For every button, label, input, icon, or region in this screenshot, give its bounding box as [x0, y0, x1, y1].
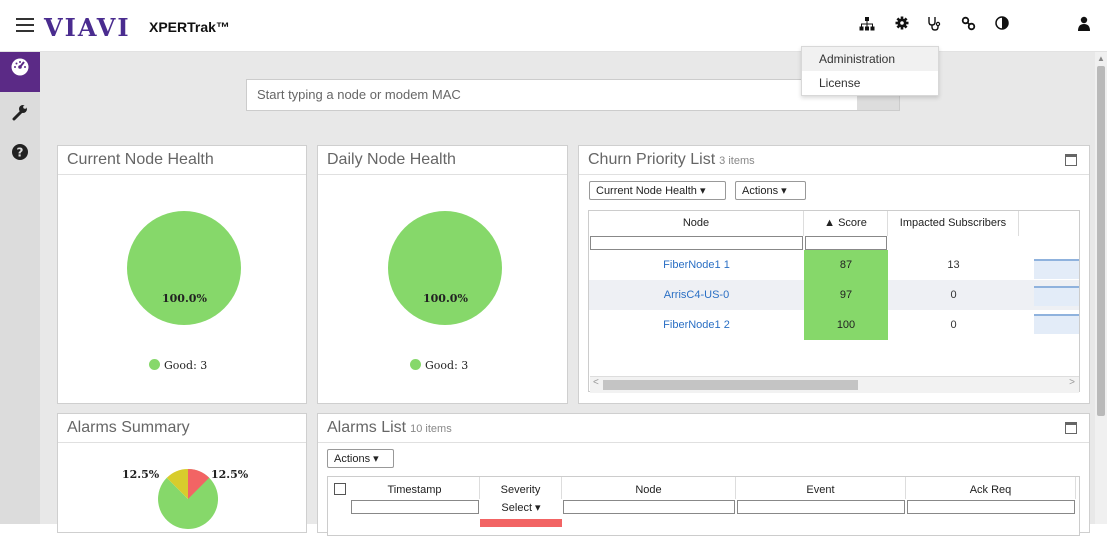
dropdown-label: Select [501, 502, 532, 514]
node-filter-input[interactable] [563, 500, 735, 514]
impact-bar [1034, 259, 1079, 279]
node-filter-input[interactable] [590, 236, 803, 250]
churn-row-score: 100 [804, 310, 888, 340]
scrollbar-thumb[interactable] [603, 380, 858, 390]
hamburger-menu-icon[interactable] [16, 18, 34, 32]
timestamp-filter-input[interactable] [351, 500, 479, 514]
wrench-icon[interactable] [0, 96, 40, 136]
scroll-left-icon[interactable]: < [593, 377, 599, 388]
legend-label: Good: 3 [425, 359, 469, 372]
contrast-icon[interactable] [992, 16, 1012, 36]
column-header-node[interactable]: Node [589, 211, 804, 236]
item-count: 3 items [719, 155, 755, 167]
menu-item-administration[interactable]: Administration [802, 47, 938, 71]
impact-bar [1034, 314, 1079, 334]
churn-row-node[interactable]: ArrisC4-US-0 [589, 280, 804, 310]
column-header-score[interactable]: ▲ Score [804, 211, 888, 236]
panel-title: Alarms Summary [58, 414, 306, 443]
legend-dot [149, 359, 160, 370]
scroll-up-icon[interactable]: ▲ [1097, 54, 1105, 63]
legend-good[interactable]: Good: 3 [410, 359, 468, 372]
severity-filter-dropdown[interactable]: Select ▾ [480, 501, 562, 517]
ack-filter-input[interactable] [907, 500, 1075, 514]
brand-logo: VIAVI [44, 13, 131, 42]
pie-label: 100.0% [162, 292, 207, 305]
health-pie[interactable] [127, 211, 241, 325]
panel-title: Alarms List 10 items [318, 414, 1089, 443]
page-scrollbar[interactable]: ▲ [1095, 52, 1107, 524]
health-pie[interactable] [388, 211, 502, 325]
top-bar: VIAVI XPERTrak™ [0, 0, 1107, 52]
user-icon[interactable] [1074, 16, 1094, 36]
churn-row-node[interactable]: FiberNode1 1 [589, 250, 804, 280]
churn-row-node[interactable]: FiberNode1 2 [589, 310, 804, 340]
pie-label: 100.0% [423, 292, 468, 305]
churn-row-score: 97 [804, 280, 888, 310]
churn-row-score: 87 [804, 250, 888, 280]
daily-node-health-panel: Daily Node Health 100.0% Good: 3 [317, 145, 568, 404]
panel-title: Daily Node Health [318, 146, 567, 175]
legend-label: Good: 3 [164, 359, 208, 372]
dashboard-icon[interactable] [0, 52, 40, 92]
panel-title-text: Churn Priority List [588, 151, 716, 168]
maximize-icon[interactable] [1065, 422, 1077, 434]
impact-bar [1034, 286, 1079, 306]
column-header-severity[interactable]: Severity [480, 477, 562, 499]
network-icon[interactable] [857, 16, 877, 36]
current-node-health-panel: Current Node Health 100.0% Good: 3 [57, 145, 307, 404]
column-header-event[interactable]: Event [736, 477, 906, 499]
churn-actions-dropdown[interactable]: Actions ▾ [735, 181, 806, 200]
user-dropdown-menu: Administration License [801, 46, 939, 96]
item-count: 10 items [410, 423, 452, 435]
help-icon[interactable]: ? [0, 136, 40, 176]
menu-item-license[interactable]: License [802, 71, 938, 95]
select-all-checkbox[interactable] [334, 483, 346, 495]
event-filter-input[interactable] [737, 500, 905, 514]
alarms-actions-dropdown[interactable]: Actions ▾ [327, 449, 394, 468]
panel-title: Churn Priority List 3 items [579, 146, 1089, 175]
dropdown-label: Actions [742, 185, 779, 197]
column-header-ack-req[interactable]: Ack Req [906, 477, 1076, 499]
product-name: XPERTrak™ [149, 19, 230, 35]
score-filter-input[interactable] [805, 236, 887, 250]
pie-label-right: 12.5% [211, 468, 249, 481]
svg-text:?: ? [17, 146, 24, 160]
dropdown-label: Current Node Health [596, 185, 697, 197]
churn-row-subs: 0 [950, 319, 957, 331]
alarms-summary-panel: Alarms Summary 12.5% 12.5% [57, 413, 307, 533]
panel-title: Current Node Health [58, 146, 306, 175]
panel-title-text: Alarms List [327, 419, 407, 436]
scroll-right-icon[interactable]: > [1069, 377, 1075, 388]
link-icon[interactable] [958, 16, 978, 36]
churn-row-subs: 0 [950, 289, 957, 301]
column-header-node[interactable]: Node [562, 477, 736, 499]
health-filter-dropdown[interactable]: Current Node Health ▾ [589, 181, 726, 200]
sidebar: ? [0, 52, 40, 524]
column-header-timestamp[interactable]: Timestamp [350, 477, 480, 499]
dropdown-label: Actions [334, 453, 371, 465]
stethoscope-icon[interactable] [924, 16, 944, 36]
maximize-icon[interactable] [1065, 154, 1077, 166]
search-input[interactable] [247, 80, 867, 108]
alarms-grid: Timestamp Severity Node Event Ack Req Se… [327, 476, 1080, 536]
scrollbar-thumb[interactable] [1097, 66, 1105, 416]
legend-good[interactable]: Good: 3 [149, 359, 207, 372]
pie-label-left: 12.5% [122, 468, 160, 481]
severity-indicator [480, 519, 562, 527]
gear-icon[interactable] [892, 16, 912, 36]
churn-grid: Node ▲ Score Impacted Subscribers FiberN… [588, 210, 1080, 392]
churn-horizontal-scrollbar[interactable]: < > [590, 376, 1079, 393]
legend-dot [410, 359, 421, 370]
alarms-pie[interactable] [158, 469, 218, 529]
column-header-subscribers[interactable]: Impacted Subscribers [888, 211, 1019, 236]
churn-row-subs: 13 [947, 259, 960, 271]
